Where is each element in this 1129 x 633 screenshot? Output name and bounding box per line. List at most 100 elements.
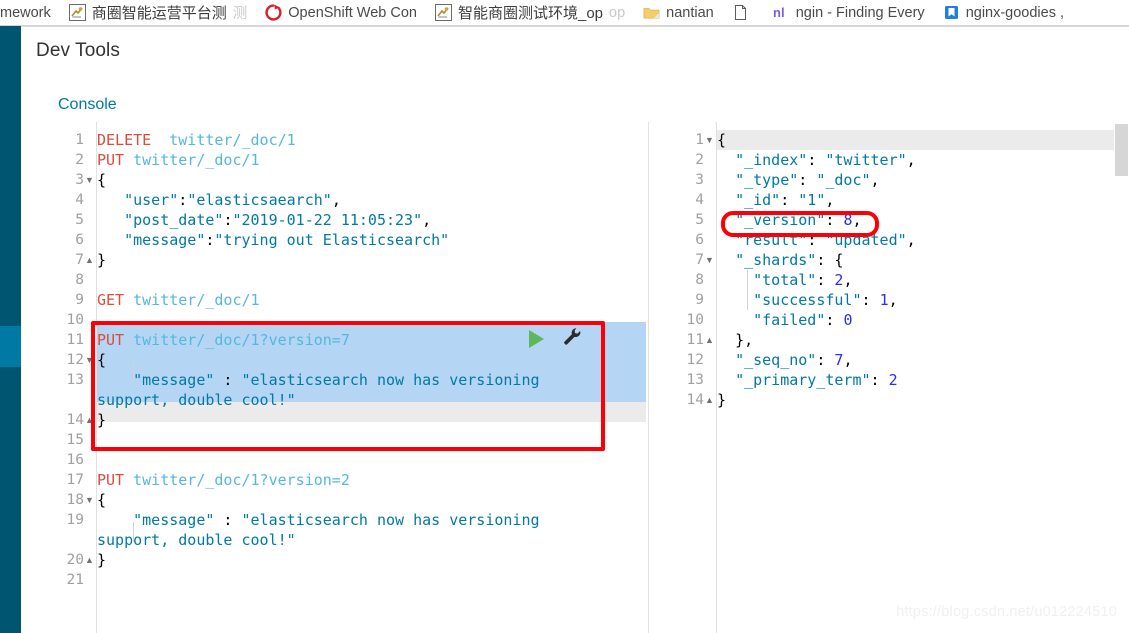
code-token: 0 (843, 311, 853, 329)
watermark: https://blog.csdn.net/u012224510 (896, 604, 1117, 620)
response-code: { "_index": "twitter", "_type": "_doc", … (717, 122, 1129, 633)
code-token: { (97, 351, 107, 369)
fold-collapse-icon[interactable]: ▼ (705, 130, 714, 150)
code-line: { (97, 490, 106, 510)
code-line: "message":"trying out Elasticsearch" (97, 230, 449, 250)
code-token: "_index" (735, 151, 808, 169)
code-token: "message" (124, 231, 206, 249)
bookmark-item-page[interactable] (723, 0, 764, 25)
code-token: : (214, 371, 242, 389)
fold-expand-icon[interactable]: ▲ (85, 410, 94, 430)
code-token: twitter/_doc/1 (133, 151, 260, 169)
request-options-wrench-icon[interactable] (562, 326, 582, 351)
fold-expand-icon[interactable]: ▲ (705, 330, 714, 350)
nav-rail-active-indicator[interactable] (0, 326, 21, 367)
fold-collapse-icon[interactable]: ▼ (705, 250, 714, 270)
line-number: 7 (75, 252, 84, 268)
response-scrollbar[interactable] (1114, 122, 1129, 633)
code-token: , (852, 211, 862, 229)
line-number: 5 (695, 212, 704, 228)
code-line: PUT twitter/_doc/1?version=2 (97, 470, 350, 490)
page-title: Dev Tools (36, 40, 120, 61)
code-token: { (717, 131, 727, 149)
bookmark-item-nginx-goodies[interactable]: nginx-goodies , (934, 0, 1073, 25)
code-token: 1 (879, 291, 889, 309)
fold-expand-icon[interactable]: ▲ (705, 390, 714, 410)
pane-split-divider[interactable] (648, 122, 649, 633)
line-number: 10 (686, 312, 704, 328)
code-token: { (97, 491, 107, 509)
code-line: "_index": "twitter", (717, 150, 916, 170)
fold-collapse-icon[interactable]: ▼ (85, 170, 94, 190)
code-token: "message" (133, 371, 215, 389)
code-line: "total": 2, (717, 270, 852, 290)
response-scrollbar-thumb[interactable] (1115, 124, 1128, 176)
code-line: "_primary_term": 2 (717, 370, 898, 390)
code-token: , (843, 351, 853, 369)
request-editor-pane[interactable]: 1 2 3 ▼ 4 5 6 7 ▲ 8 9 10 11 12 ▼ 13 14 ▲ 15 16 17 18 ▼ 19 20 ▲ 21 … (34, 122, 646, 633)
fold-expand-icon[interactable]: ▲ (85, 250, 94, 270)
bookmark-truncation: 测 (232, 6, 248, 22)
request-code[interactable]: DELETE twitter/_doc/1 PUT twitter/_doc/1{… (97, 122, 646, 633)
code-token: GET (97, 291, 125, 309)
bookmark-item-mework[interactable]: mework (0, 0, 60, 25)
line-number: 19 (66, 512, 84, 528)
code-token: twitter/_doc/1?version=7 (133, 331, 350, 349)
code-line: "message" : "elasticsearch now has versi… (97, 370, 539, 390)
bookmark-folder-nantian[interactable]: nantian (634, 0, 723, 25)
bookmark-item-shangquan-test[interactable]: 智能商圈测试环境_op op (426, 0, 634, 25)
fold-collapse-icon[interactable]: ▼ (85, 490, 94, 510)
bookmark-item-nginx-finding[interactable]: nl ngin - Finding Every (764, 0, 934, 25)
code-token: } (717, 391, 727, 409)
favicon-runner-icon (68, 4, 86, 21)
fold-collapse-icon[interactable]: ▼ (85, 350, 94, 370)
line-number: 13 (686, 372, 704, 388)
request-gutter: 1 2 3 ▼ 4 5 6 7 ▲ 8 9 10 11 12 ▼ 13 14 ▲ 15 16 17 18 ▼ 19 20 ▲ 21 (34, 122, 96, 633)
code-token: "total" (753, 271, 817, 289)
bookmarks-bar: mework 商圈智能运营平台测 测 OpenShift Web Con 智能商… (0, 0, 1129, 25)
send-request-play-icon[interactable] (529, 330, 544, 348)
code-token: "post_date" (124, 211, 224, 229)
code-token: }, (735, 331, 754, 349)
code-line: } (97, 410, 106, 430)
code-token: "_version" (735, 211, 826, 229)
code-line: { (717, 130, 726, 150)
openshift-logo-icon (265, 4, 282, 21)
code-token: , (870, 171, 880, 189)
code-token: , (843, 271, 853, 289)
code-token: twitter/_doc/1?version=2 (133, 471, 350, 489)
code-token: "result" (735, 231, 808, 249)
code-token: , (331, 191, 341, 209)
code-token: "user" (124, 191, 179, 209)
line-number: 1 (695, 132, 704, 148)
code-token: , (825, 191, 835, 209)
line-number: 9 (75, 292, 84, 308)
code-token: : (870, 371, 889, 389)
code-token: { (834, 251, 844, 269)
line-number: 1 (75, 132, 84, 148)
code-token: , (888, 291, 898, 309)
fold-expand-icon[interactable]: ▲ (85, 550, 94, 570)
response-pane[interactable]: 1 ▼ 2 3 4 5 6 7 ▼ 8 9 10 11 ▲ 12 13 14 ▲ { "_index": "twi… (656, 122, 1129, 633)
bookmark-item-shangquan-yunying[interactable]: 商圈智能运营平台测 测 (60, 0, 257, 25)
line-number: 8 (75, 272, 84, 288)
svg-text:nl: nl (773, 5, 785, 20)
folder-icon (643, 4, 660, 21)
bookmark-label: OpenShift Web Con (288, 4, 417, 21)
code-line: "user":"elasticsaearch", (97, 190, 341, 210)
code-token: PUT (97, 331, 125, 349)
code-token: "updated" (825, 231, 907, 249)
code-line-wrapped: support, double cool!" (97, 530, 296, 550)
line-number: 4 (75, 192, 84, 208)
bookmark-item-openshift[interactable]: OpenShift Web Con (256, 0, 426, 25)
line-number: 9 (695, 292, 704, 308)
